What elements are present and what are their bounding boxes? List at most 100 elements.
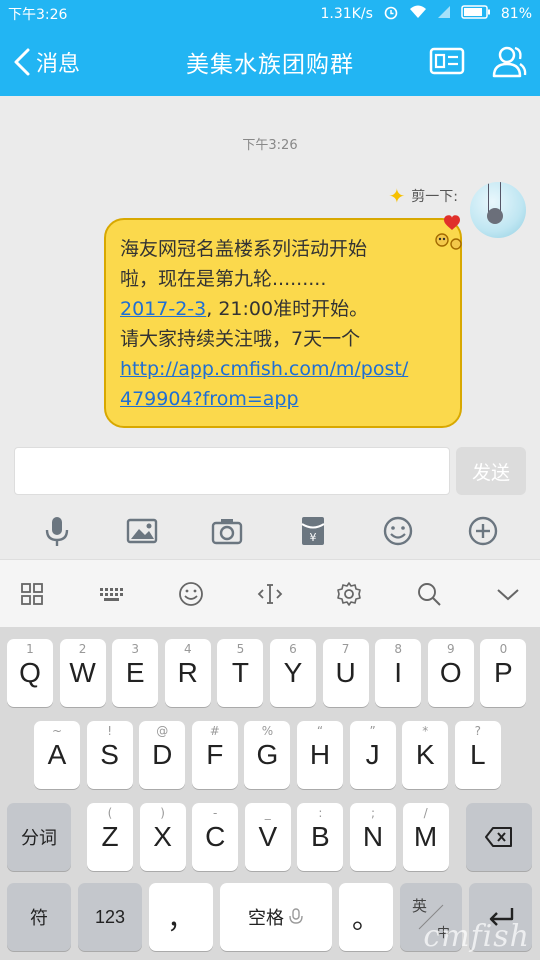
send-button[interactable]: 发送 (456, 447, 526, 495)
key-label: ， (166, 903, 195, 934)
key-i[interactable]: 8I (375, 639, 422, 707)
key-t[interactable]: 5T (217, 639, 264, 707)
key-f[interactable]: # F (191, 721, 238, 789)
key-label: L (470, 739, 486, 770)
key-label: R (177, 657, 198, 688)
key-w[interactable]: 2W (59, 639, 106, 707)
key-s[interactable]: ! S (86, 721, 133, 789)
key-label: G (256, 739, 279, 770)
settings-gear-icon[interactable] (335, 580, 363, 608)
key-p[interactable]: 0P (480, 639, 527, 707)
key-hint: ; (370, 806, 376, 820)
key-label: K (415, 739, 435, 770)
image-icon[interactable] (125, 514, 159, 548)
action-bar: ¥ (0, 503, 540, 559)
url-link[interactable]: http://app.cmfish.com/m/post/ (120, 354, 446, 384)
key-y[interactable]: 6Y (270, 639, 316, 707)
key-label: Q (19, 657, 41, 688)
key-label: 分词 (21, 828, 57, 848)
key-label: D (152, 739, 173, 770)
date-link[interactable]: 2017-2-3 (120, 298, 206, 320)
key-o[interactable]: 9O (427, 639, 474, 707)
key-hint: 0 (499, 642, 508, 656)
url-link[interactable]: 479904?from=app (120, 384, 446, 414)
key-label: F (206, 739, 224, 770)
key-label: O (439, 657, 462, 688)
key-hint: * (422, 724, 429, 738)
key-m[interactable]: / M (402, 803, 449, 871)
key-label: T (231, 657, 249, 688)
key-g[interactable]: % G (244, 721, 291, 789)
key-hint: % (261, 724, 274, 738)
message-input[interactable] (14, 447, 450, 495)
key-d[interactable]: @ D (139, 721, 186, 789)
key-c[interactable]: -C (192, 803, 239, 871)
watermark: cmfish (423, 919, 530, 954)
microphone-icon[interactable] (40, 514, 74, 548)
key-hint: 9 (446, 642, 455, 656)
key-label: X (153, 821, 172, 852)
group-card-icon[interactable] (428, 42, 466, 80)
red-packet-icon[interactable]: ¥ (296, 514, 330, 548)
key-e[interactable]: 3E (112, 639, 159, 707)
collapse-keyboard-icon[interactable] (494, 580, 522, 608)
key-label: B (311, 821, 330, 852)
key-label: 。 (351, 903, 380, 934)
symbol-key[interactable]: 符 (7, 883, 71, 951)
avatar[interactable] (470, 182, 526, 238)
bubble-decoration-icon (435, 215, 462, 250)
sender-row: ✦ 剪一下: (389, 184, 458, 208)
key-hint: : (318, 806, 323, 820)
cursor-move-icon[interactable] (256, 580, 284, 608)
grid-menu-icon[interactable] (18, 580, 46, 608)
message-line: 海友网冠名盖楼系列活动开始 (120, 238, 368, 260)
key-j[interactable]: ” J (349, 721, 396, 789)
key-hint: 8 (394, 642, 402, 656)
chat-area[interactable]: 下午3:26 ✦ 剪一下: 海友网冠名盖楼系列活动开始 啦，现在是第九轮....… (0, 96, 540, 441)
search-icon[interactable] (415, 580, 443, 608)
star-badge-icon: ✦ (388, 184, 406, 208)
key-hint: @ (156, 724, 169, 738)
key-hint: 7 (341, 642, 350, 656)
backspace-icon (485, 827, 512, 847)
key-label: J (365, 739, 380, 770)
camera-icon[interactable] (210, 514, 244, 548)
backspace-key[interactable] (466, 803, 532, 871)
key-label: W (69, 657, 96, 688)
message-bubble[interactable]: 海友网冠名盖楼系列活动开始 啦，现在是第九轮......... 2017-2-3… (104, 218, 462, 428)
key-a[interactable]: ~ A (34, 721, 80, 789)
key-hint: ~ (51, 724, 63, 738)
plus-icon[interactable] (466, 514, 500, 548)
key-v[interactable]: _ V (244, 803, 291, 871)
key-hint: 3 (131, 642, 139, 656)
key-k[interactable]: * K (402, 721, 449, 789)
key-r[interactable]: 4R (164, 639, 211, 707)
number-key[interactable]: 123 (78, 883, 142, 951)
comma-key[interactable]: ， (149, 883, 213, 951)
emoticon-icon[interactable] (177, 580, 205, 608)
message-line: 请大家持续关注哦，7天一个 (120, 328, 361, 350)
key-h[interactable]: “H (297, 721, 343, 789)
key-u[interactable]: 7U (322, 639, 369, 707)
key-hint: ( (107, 806, 113, 820)
key-hint: _ (264, 806, 271, 820)
key-hint: 1 (26, 642, 34, 656)
period-key[interactable]: 。 (339, 883, 393, 951)
group-members-icon[interactable] (490, 42, 528, 80)
key-l[interactable]: ? L (454, 721, 501, 789)
key-hint: 6 (289, 642, 297, 656)
key-b[interactable]: :B (297, 803, 344, 871)
keyboard: 1 Q 2 W 3 E 4 R 5 T 6 Y 7 U 8 I 9 O 0 P ~ A! S @ D # F% G “H” J * K? L 分词… (0, 627, 540, 960)
message-timestamp: 下午3:26 (242, 138, 298, 153)
key-q[interactable]: 1Q (7, 639, 53, 707)
key-x[interactable]: ) X (139, 803, 186, 871)
keyboard-layout-icon[interactable] (97, 580, 125, 608)
key-label: 123 (94, 906, 126, 927)
key-n[interactable]: ; N (350, 803, 396, 871)
key-hint: / (423, 806, 428, 820)
network-speed: 1.31K/s (320, 6, 373, 22)
space-key[interactable]: 空格 (220, 883, 332, 951)
emoji-icon[interactable] (381, 514, 415, 548)
segment-key[interactable]: 分词 (7, 803, 71, 871)
key-z[interactable]: (Z (87, 803, 133, 871)
